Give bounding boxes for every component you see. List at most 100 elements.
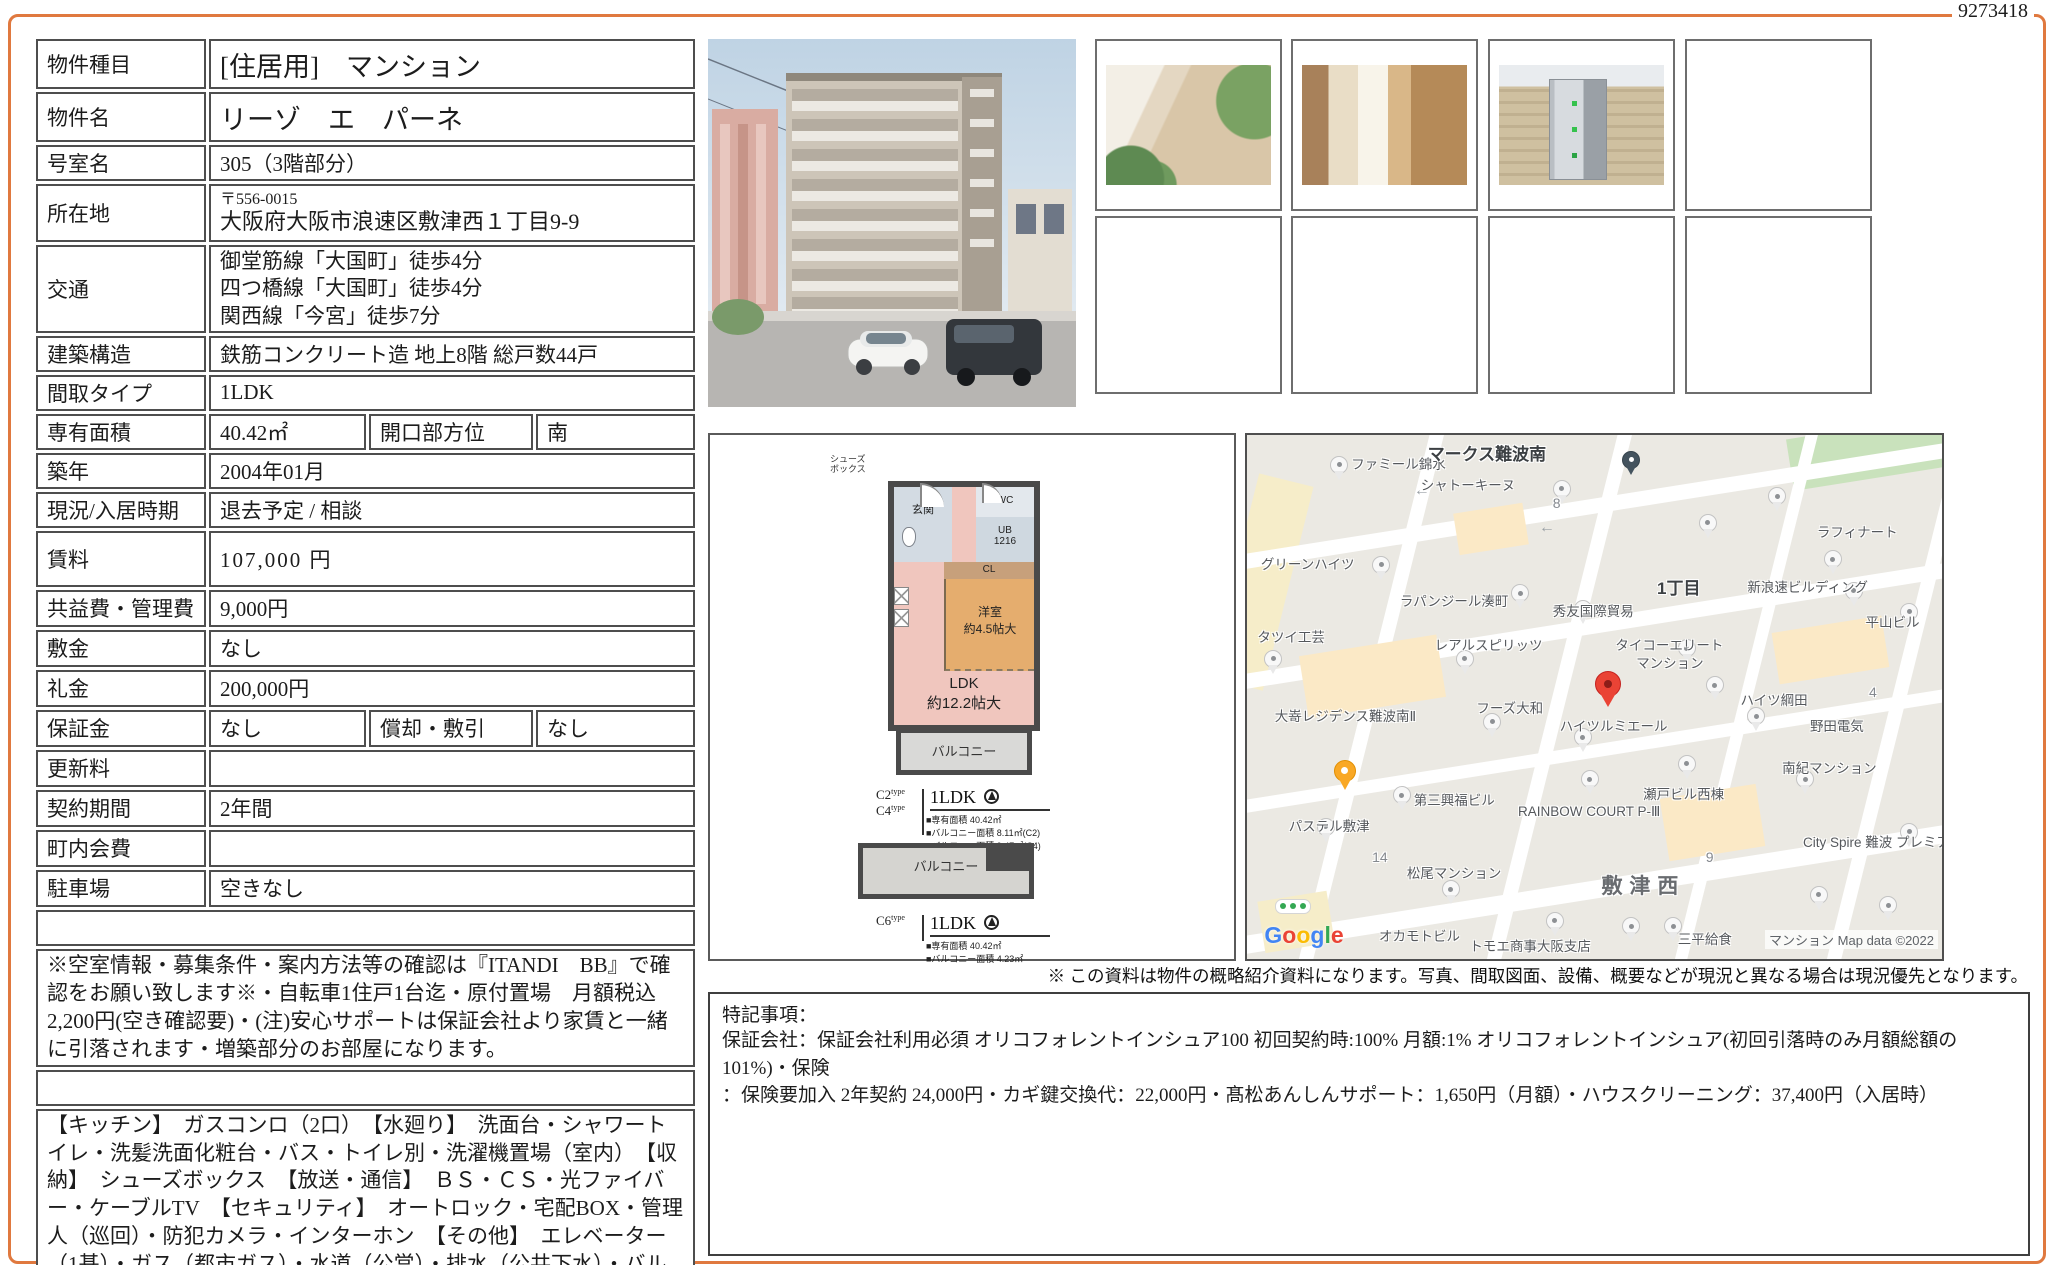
row-transport-label: 交通 [36,245,206,333]
map-label: 新浪速ビルディング [1747,576,1868,596]
row-room-number-value: 305（3階部分） [209,145,695,181]
type-names: C6type [876,913,920,929]
row-parking-value: 空きなし [209,870,695,907]
spec-table-body: 物件種目[住居用] マンション物件名リーゾ エ パーネ号室名305（3階部分）所… [36,39,695,1265]
map-label: グリーンハイツ [1261,553,1355,573]
western-room: 洋室 約4.5帖大 [944,579,1034,671]
map-label: City Spire 難波 プレミア [1803,831,1944,851]
map-label: 三平給食 [1678,928,1732,948]
ldk-label: LDK 約12.2帖大 [894,675,1034,713]
map-label: 瀬戸ビル西棟 [1643,783,1724,803]
row-built-year-label: 築年 [36,453,206,489]
map-pin[interactable] [1511,584,1529,602]
map-label: RAINBOW COURT P-Ⅲ [1518,804,1660,820]
map-label: マークス難波南 [1428,440,1547,465]
map-pin[interactable] [1546,912,1564,930]
row-area-direction-value2: 南 [536,414,695,450]
map-pin[interactable] [1699,514,1717,532]
entrance-approach-photo [1106,65,1271,185]
property-flyer-page: 9273418 物件種目[住居用] マンション物件名リーゾ エ パーネ号室名30… [0,0,2056,1265]
map-pin[interactable] [1581,770,1599,788]
location-map[interactable]: Google マンション Map data ©2022 ファミール錦水マークス難… [1245,433,1944,961]
building-exterior-photo [708,39,1076,407]
map-label: マンション [1636,652,1704,672]
row-guarantee-label2: 償却・敷引 [369,710,533,747]
map-label: 14 [1372,849,1388,865]
type-names: C2typeC4type [876,787,920,820]
map-pin[interactable] [1330,456,1348,474]
row-structure-label: 建築構造 [36,336,206,372]
special-notes-body: 保証会社：保証会社利用必須 オリコフォレントインシュア100 初回契約時:100… [722,1027,2016,1110]
row-area-direction-label: 専有面積 [36,414,206,450]
row-property-name-value: リーゾ エ パーネ [209,92,695,142]
empty-photo-slot [1685,216,1872,394]
map-attribution: マンション Map data ©2022 [1765,930,1938,949]
one-way-arrow-icon: ← [1539,519,1555,537]
row-key-money-value: 200,000円 [209,670,695,707]
map-label: ハイツルミエール [1560,715,1668,735]
map-pin[interactable] [1824,550,1842,568]
kitchen-fixture-icon [894,587,909,605]
equipment-text: 【キッチン】 ガスコンロ（2口） 【水廻り】 洗面台・シャワートイレ・洗髪洗面化… [36,1109,695,1265]
map-label: 大嵜レジデンス難波南Ⅱ [1275,705,1416,725]
map-pin[interactable] [1768,487,1786,505]
map-label: タツイ工芸 [1257,626,1325,646]
property-spec-table: 物件種目[住居用] マンション物件名リーゾ エ パーネ号室名305（3階部分）所… [33,36,698,1265]
row-guarantee-value: なし [209,710,366,747]
unit-bath: UB 1216 [976,517,1034,562]
row-room-number-label: 号室名 [36,145,206,181]
map-pin[interactable] [1442,880,1460,898]
empty-photo-slot [1488,216,1675,394]
row-address-label: 所在地 [36,184,206,242]
floorplan-panel: シューズ ボックス 玄関 WC UB 1216 CL 洋室 約4.5帖大 LDK… [708,433,1236,961]
map-label: タイコーエリート [1615,634,1723,654]
row-property-name-label: 物件名 [36,92,206,142]
empty-photo-slot [1685,39,1872,211]
google-logo[interactable]: Google [1264,922,1343,949]
map-label: 南紀マンション [1782,757,1877,777]
map-label: 野田電気 [1810,715,1864,735]
closet: CL [944,562,1034,579]
row-status-label: 現況/入居時期 [36,492,206,528]
map-label: レアルスピリッツ [1435,634,1543,654]
row-property-type-label: 物件種目 [36,39,206,89]
property-location-pin[interactable] [1595,671,1621,697]
map-pin[interactable] [1678,755,1696,773]
row-property-type-value: [住居用] マンション [209,39,695,89]
map-label: 8 [1553,495,1561,511]
map-pin[interactable] [1706,676,1724,694]
map-pin[interactable] [1264,650,1282,668]
compass-icon [984,915,999,930]
empty-photo-slot [1095,216,1282,394]
row-rent-label: 賃料 [36,531,206,587]
row-town-fee-value [209,830,695,867]
map-label: ラパンジール湊町 [1400,590,1509,610]
map-pin[interactable] [1810,886,1828,904]
map-pin[interactable] [1372,556,1390,574]
restaurant-pin[interactable] [1334,760,1356,782]
wc-door-arc [982,483,1002,503]
row-management-fee-value: 9,000円 [209,590,695,627]
compass-icon [984,789,999,804]
mailbox-area-photo [1488,39,1675,211]
map-pin[interactable] [1622,451,1640,469]
shoebox-label: シューズ ボックス [830,455,890,475]
row-renewal-fee-value [209,750,695,787]
map-pin[interactable] [1879,896,1897,914]
row-contract-period-value: 2年間 [209,790,695,827]
row-town-fee-label: 町内会費 [36,830,206,867]
map-transit-icon [1275,899,1311,914]
kitchen-fixture-icon [894,609,909,627]
map-label: シャトーキーヌ [1421,474,1516,494]
row-area-direction-label2: 開口部方位 [369,414,533,450]
row-status-value: 退去予定 / 相談 [209,492,695,528]
row-management-fee-label: 共益費・管理費 [36,590,206,627]
map-pin[interactable] [1393,786,1411,804]
map-label: ハイツ綱田 [1740,689,1807,709]
map-label: ラフィナート [1817,521,1898,541]
map-pin[interactable] [1622,917,1640,935]
balcony-secondary: バルコニー [858,843,1034,899]
map-label: オカモトビル [1379,925,1460,945]
map-label: 第三興福ビル [1414,789,1495,809]
floorplan-diagram: 玄関 WC UB 1216 CL 洋室 約4.5帖大 LDK 約12.2帖大 [888,481,1040,731]
